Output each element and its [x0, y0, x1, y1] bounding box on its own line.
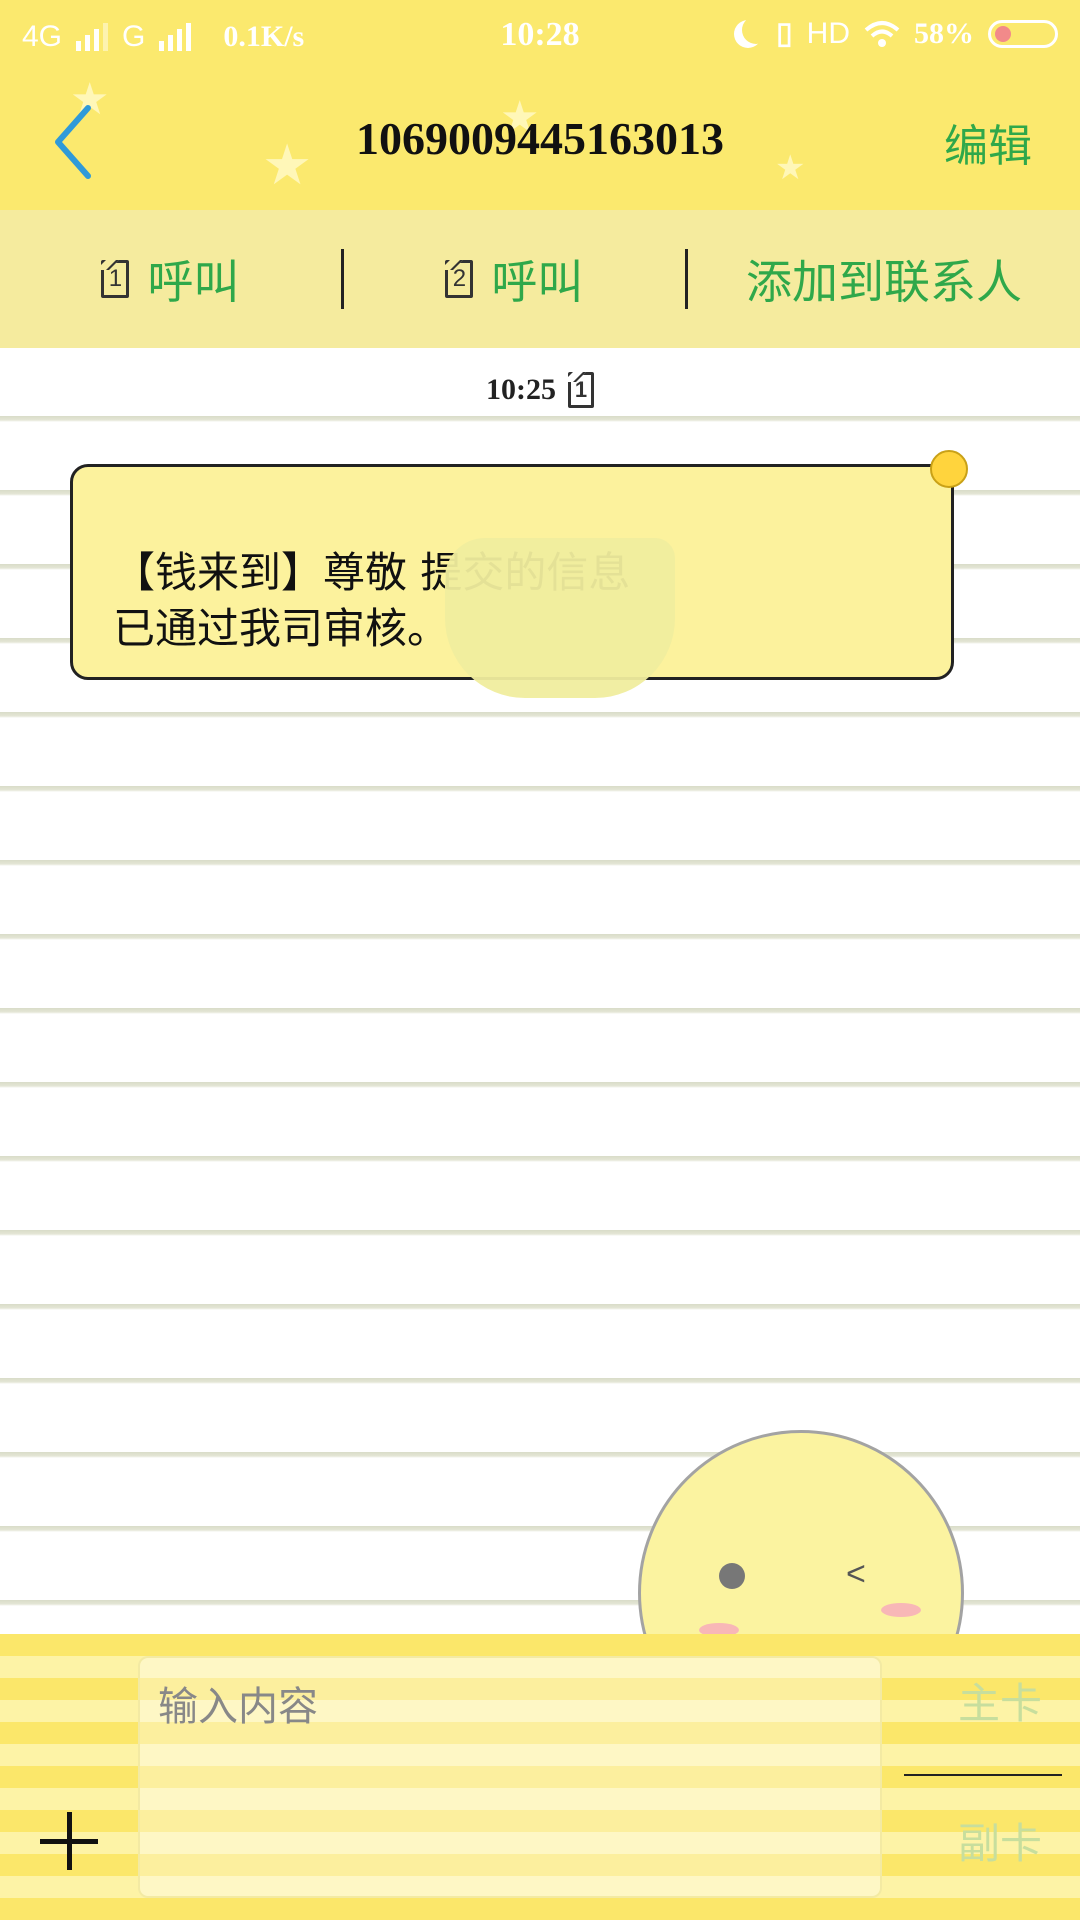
mascot-blush	[881, 1603, 921, 1617]
status-bar: 4G G 0.1K/s 10:28 ▯ HD 58%	[0, 0, 1080, 72]
vibrate-icon: ▯	[776, 17, 793, 50]
hd-label: HD	[806, 16, 850, 50]
message-input-placeholder: 输入内容	[158, 1684, 318, 1730]
call-sim1-button[interactable]: 1 呼叫	[0, 210, 341, 348]
add-to-contacts-button[interactable]: 添加到联系人	[688, 210, 1080, 348]
battery-icon	[988, 19, 1058, 48]
send-primary-sim-button[interactable]: 主卡	[940, 1670, 1060, 1731]
smiley-icon	[930, 450, 968, 488]
redacted-blur	[445, 538, 675, 698]
message-timestamp: 10:25 1	[0, 372, 1080, 408]
sim-send-selector: 主卡 副卡	[900, 1634, 1080, 1920]
call-label: 呼叫	[491, 255, 584, 309]
page-title: 1069009445163013	[356, 113, 724, 164]
add-attachment-icon[interactable]	[40, 1812, 98, 1870]
call-label: 呼叫	[147, 255, 240, 309]
status-icons: ▯ HD 58%	[734, 16, 1058, 51]
do-not-disturb-icon	[742, 16, 770, 44]
sim1-icon: 1	[568, 372, 594, 408]
sim1-icon: 1	[101, 260, 130, 298]
action-bar: 1 呼叫 2 呼叫 添加到联系人	[0, 210, 1080, 348]
mascot-wink: <	[846, 1555, 866, 1593]
add-to-contacts-label: 添加到联系人	[745, 255, 1022, 309]
battery-percent: 58%	[914, 16, 974, 50]
conversation-area[interactable]: 10:25 1 【钱来到】尊敬 提交的信息 已通过我司审核。	[0, 348, 1080, 1634]
message-input[interactable]: 输入内容	[138, 1656, 882, 1898]
mascot-eye	[719, 1563, 745, 1589]
send-secondary-sim-button[interactable]: 副卡	[940, 1810, 1060, 1871]
wifi-icon	[864, 20, 900, 47]
timestamp-text: 10:25	[486, 373, 556, 406]
divider	[904, 1774, 1062, 1776]
edit-button[interactable]: 编辑	[944, 110, 1032, 174]
call-sim2-button[interactable]: 2 呼叫	[344, 210, 685, 348]
sim2-icon: 2	[445, 260, 474, 298]
title-bar: ★ ★ ★ ★ 1069009445163013 编辑	[0, 72, 1080, 210]
composer-bar: 输入内容 主卡 副卡	[0, 1634, 1080, 1920]
